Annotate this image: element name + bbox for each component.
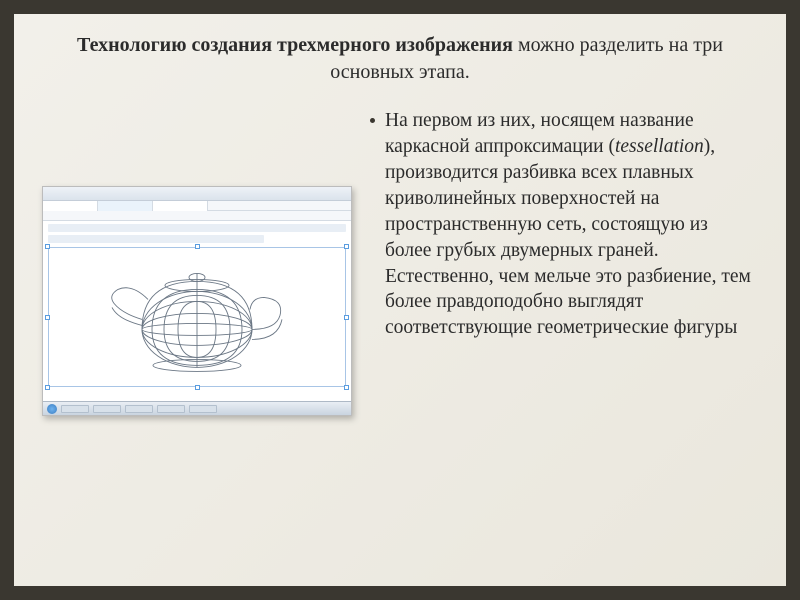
start-button-icon <box>47 404 57 414</box>
bullet-text-post: ), производится разбивка всех плавных кр… <box>385 136 751 338</box>
page-heading-line <box>48 224 346 232</box>
browser-toolbar <box>43 211 351 221</box>
teapot-wireframe-icon <box>92 259 302 379</box>
bullet-item: На первом из них, носящем название карка… <box>370 108 758 341</box>
browser-titlebar <box>43 187 351 201</box>
taskbar-item <box>61 405 89 413</box>
bullet-text: На первом из них, носящем название карка… <box>385 108 758 341</box>
slide-content: На первом из них, носящем название карка… <box>42 108 758 416</box>
bullet-text-italic: tessellation <box>615 136 704 157</box>
bullet-dot-icon <box>370 118 375 123</box>
browser-tab <box>43 201 98 211</box>
browser-tabstrip <box>43 201 351 211</box>
taskbar <box>43 401 351 415</box>
taskbar-item <box>189 405 217 413</box>
text-column: На первом из них, носящем название карка… <box>370 108 758 341</box>
taskbar-item <box>125 405 153 413</box>
taskbar-item <box>157 405 185 413</box>
slide-title: Технологию создания трехмерного изображе… <box>42 32 758 86</box>
browser-tab <box>98 201 153 211</box>
canvas-selection <box>48 247 346 387</box>
title-bold: Технологию создания трехмерного изображе… <box>77 34 513 56</box>
image-column <box>42 186 352 416</box>
browser-screenshot <box>42 186 352 416</box>
page-heading-line <box>48 235 264 243</box>
taskbar-item <box>93 405 121 413</box>
browser-tab <box>153 201 208 211</box>
slide: Технологию создания трехмерного изображе… <box>0 0 800 600</box>
